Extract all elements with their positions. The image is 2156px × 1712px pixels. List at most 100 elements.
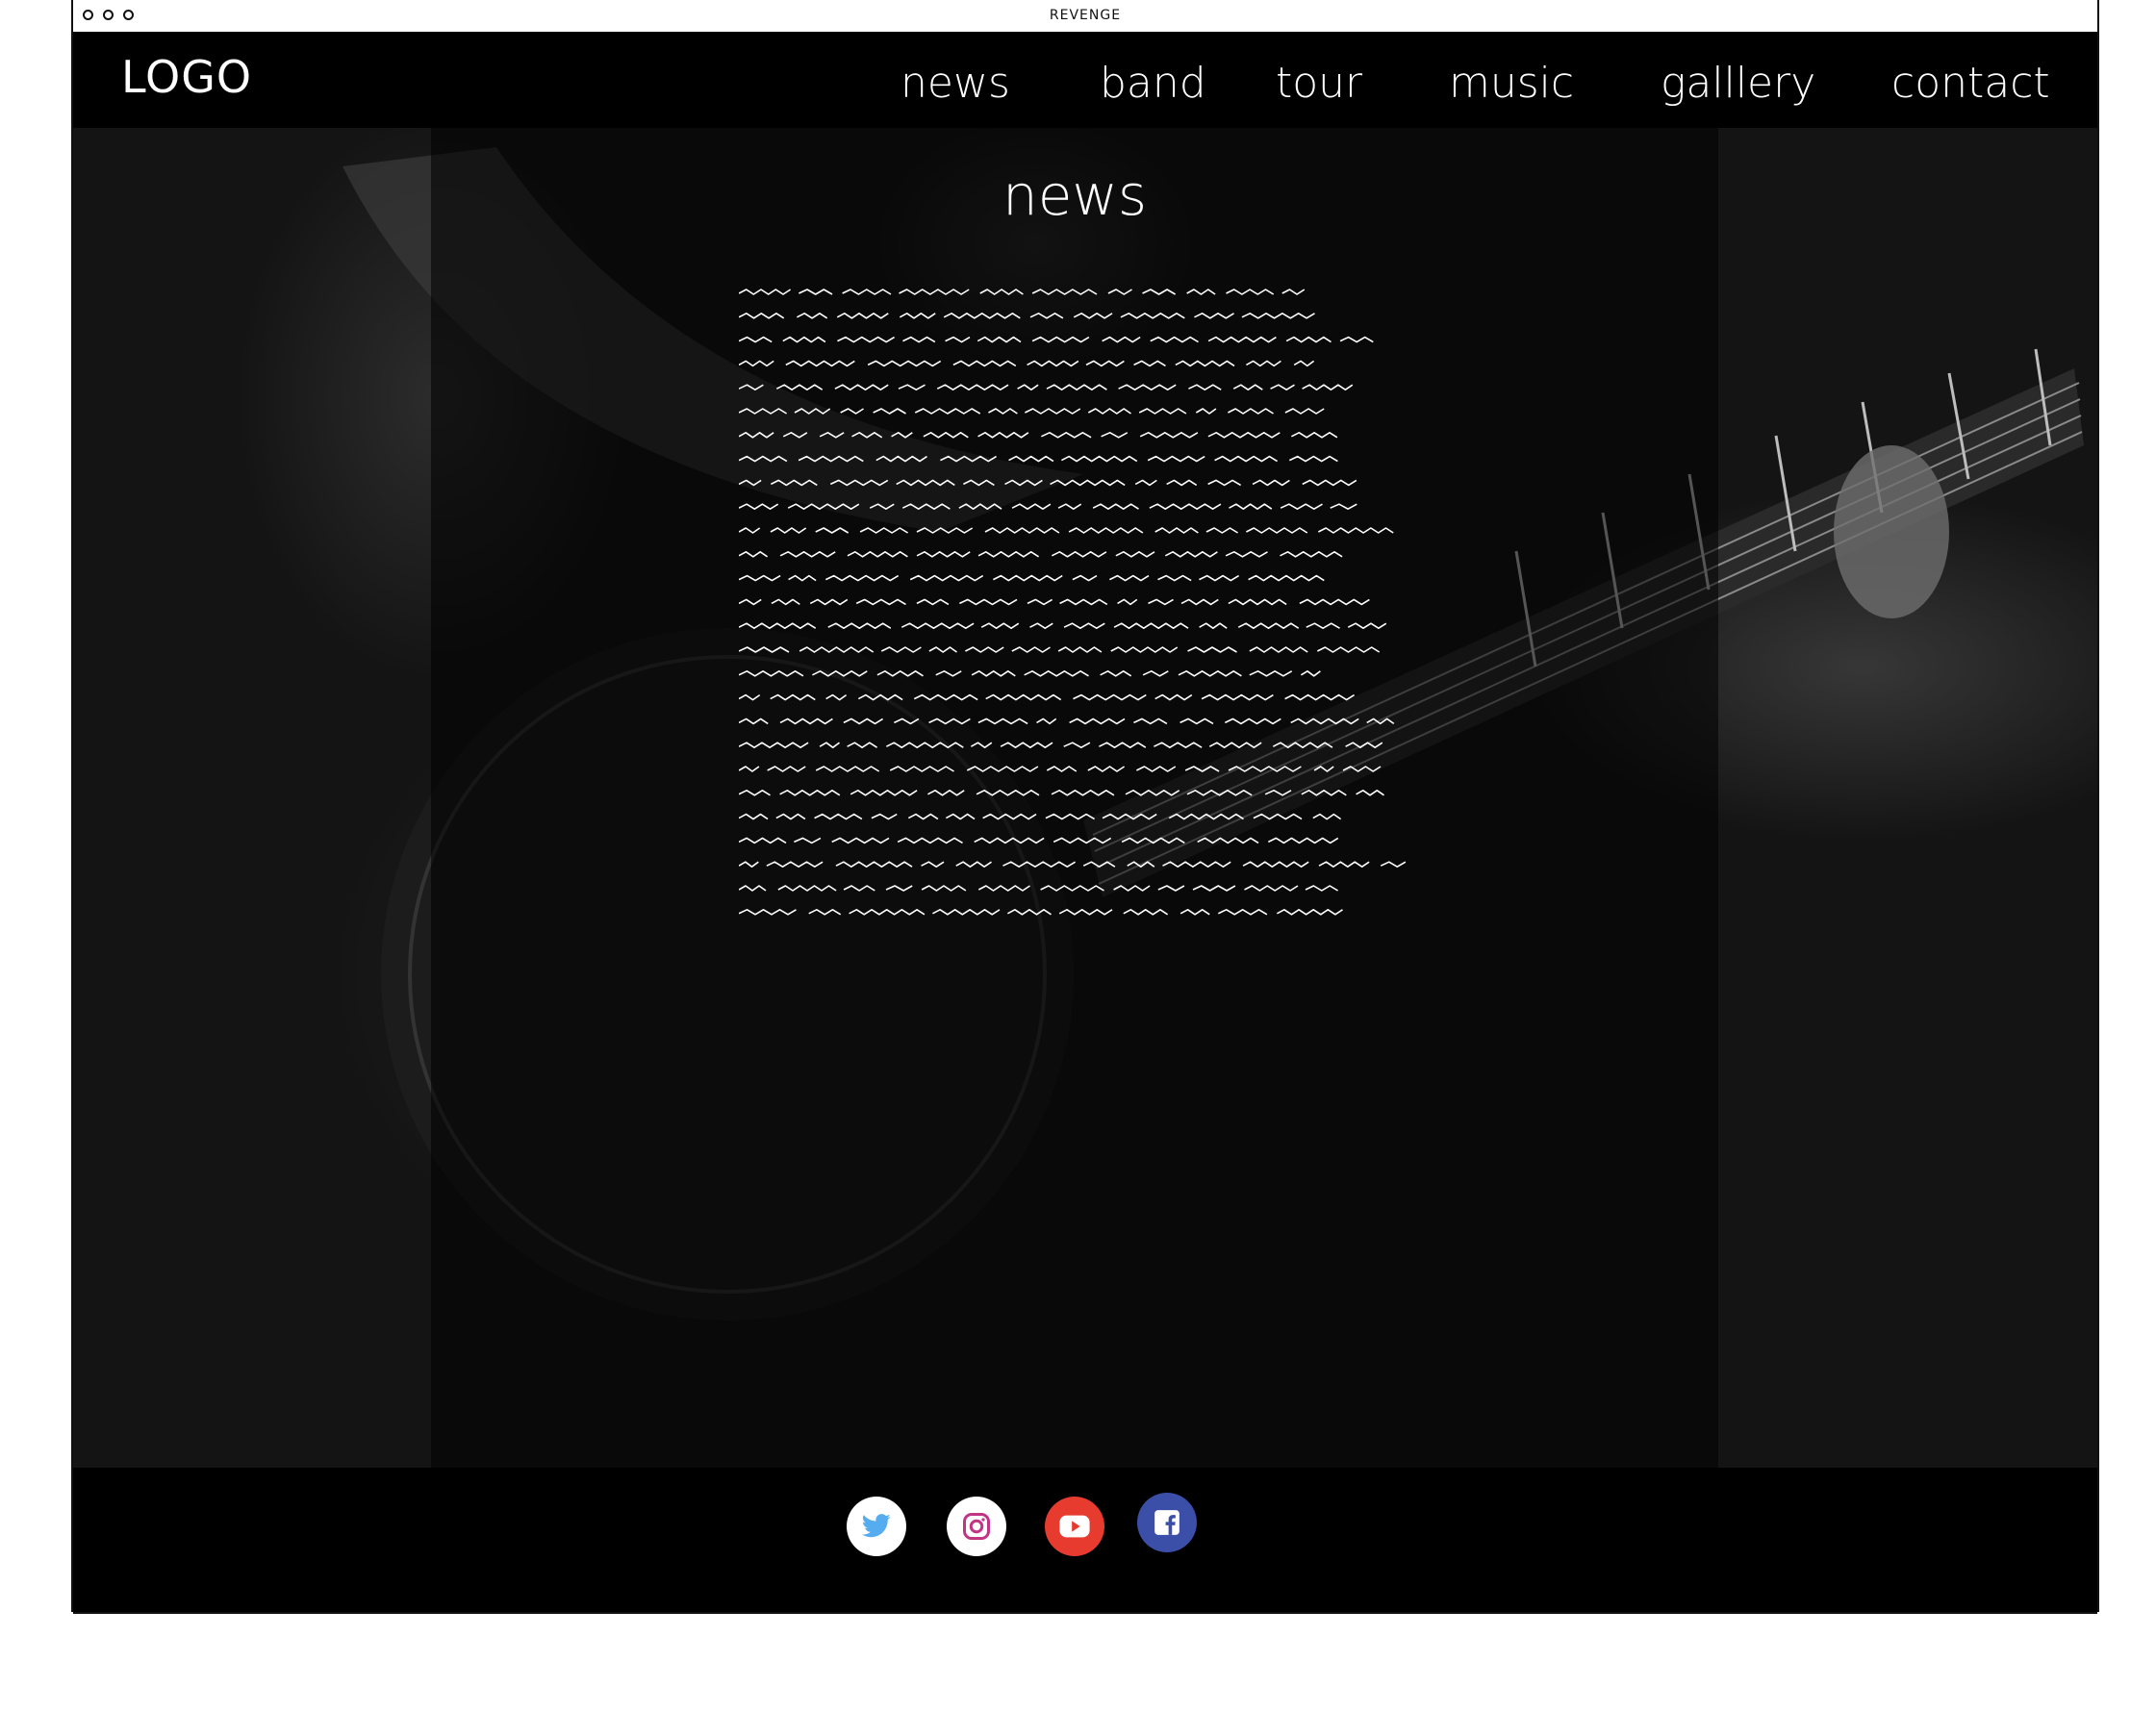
word-squiggle	[1241, 313, 1315, 319]
word-squiggle	[775, 384, 824, 390]
word-squiggle	[739, 813, 769, 820]
text-line-placeholder	[739, 574, 1325, 582]
word-squiggle	[885, 742, 964, 748]
word-squiggle	[1217, 909, 1268, 916]
word-squiggle	[1272, 742, 1333, 748]
word-squiggle	[1276, 909, 1343, 916]
word-squiggle	[1249, 670, 1293, 677]
nav-music[interactable]: music	[1449, 59, 1574, 108]
word-squiggle	[1068, 527, 1144, 534]
word-squiggle	[1027, 360, 1079, 367]
word-squiggle	[1305, 885, 1339, 892]
word-squiggle	[1306, 622, 1340, 629]
word-squiggle	[902, 336, 936, 343]
word-squiggle	[739, 432, 774, 439]
word-squiggle	[1147, 455, 1205, 463]
word-squiggle	[788, 574, 817, 582]
word-squiggle	[1069, 718, 1126, 725]
word-squiggle	[977, 718, 1028, 725]
word-squiggle	[1011, 646, 1051, 653]
word-squiggle	[812, 670, 868, 677]
word-squiggle	[885, 885, 913, 892]
word-squiggle	[1313, 766, 1334, 772]
text-line-placeholder	[739, 289, 1306, 295]
word-squiggle	[739, 598, 762, 606]
word-squiggle	[1201, 693, 1274, 701]
page-title: news	[1002, 163, 1148, 228]
word-squiggle	[819, 742, 840, 748]
nav-contact[interactable]: contact	[1891, 59, 2050, 108]
word-squiggle	[935, 670, 962, 677]
word-squiggle	[1002, 861, 1077, 868]
word-squiggle	[1072, 574, 1098, 582]
word-squiggle	[824, 574, 900, 582]
word-squiggle	[825, 693, 848, 701]
word-squiggle	[1284, 408, 1325, 415]
word-squiggle	[875, 455, 927, 463]
word-squiggle	[1199, 574, 1240, 582]
instagram-link[interactable]	[947, 1497, 1006, 1556]
word-squiggle	[739, 885, 767, 892]
facebook-link[interactable]	[1137, 1493, 1197, 1552]
word-squiggle	[970, 742, 993, 748]
word-squiggle	[945, 813, 976, 820]
word-squiggle	[850, 790, 918, 796]
nav-news[interactable]: news	[900, 59, 1010, 108]
word-squiggle	[974, 837, 1045, 844]
site-logo[interactable]: LOGO	[121, 51, 252, 103]
word-squiggle	[808, 909, 842, 916]
youtube-link[interactable]	[1045, 1497, 1104, 1556]
text-line-placeholder	[739, 718, 1395, 725]
word-squiggle	[1040, 885, 1104, 892]
word-squiggle	[1299, 598, 1370, 606]
word-squiggle	[739, 670, 804, 677]
word-squiggle	[940, 455, 998, 463]
word-squiggle	[739, 790, 771, 796]
word-squiggle	[1214, 455, 1279, 463]
word-squiggle	[1115, 551, 1155, 558]
word-squiggle	[775, 813, 806, 820]
word-squiggle	[798, 455, 864, 463]
word-squiggle	[1285, 336, 1332, 343]
word-squiggle	[1342, 766, 1382, 772]
word-squiggle	[777, 885, 837, 892]
word-squiggle	[1046, 384, 1107, 390]
word-squiggle	[739, 861, 759, 868]
word-squiggle	[958, 503, 1002, 510]
word-squiggle	[1051, 551, 1107, 558]
word-squiggle	[1057, 503, 1082, 510]
word-squiggle	[1199, 622, 1228, 629]
nav-band[interactable]: band	[1100, 59, 1206, 108]
word-squiggle	[1208, 742, 1262, 748]
word-squiggle	[1249, 646, 1308, 653]
twitter-link[interactable]	[847, 1497, 906, 1556]
nav-tour[interactable]: tour	[1276, 59, 1362, 108]
word-squiggle	[827, 622, 892, 629]
word-squiggle	[829, 479, 889, 487]
word-squiggle	[1134, 479, 1157, 487]
word-squiggle	[1284, 693, 1356, 701]
word-squiggle	[779, 551, 836, 558]
word-squiggle	[1339, 336, 1374, 343]
word-squiggle	[1136, 766, 1177, 772]
word-squiggle	[1280, 551, 1343, 558]
word-squiggle	[1302, 479, 1357, 487]
word-squiggle	[766, 861, 824, 868]
word-squiggle	[1228, 766, 1302, 772]
text-line-placeholder	[739, 837, 1339, 844]
text-line-placeholder	[739, 885, 1339, 892]
word-squiggle	[1087, 766, 1126, 772]
nav-gallery[interactable]: galllery	[1661, 59, 1815, 108]
word-squiggle	[966, 766, 1039, 772]
twitter-icon	[861, 1514, 891, 1538]
word-squiggle	[1205, 527, 1239, 534]
word-squiggle	[980, 622, 1020, 629]
word-squiggle	[836, 313, 889, 319]
word-squiggle	[1246, 360, 1281, 367]
word-squiggle	[1291, 432, 1338, 439]
word-squiggle	[1207, 336, 1277, 343]
word-squiggle	[1011, 503, 1052, 510]
word-squiggle	[928, 718, 971, 725]
word-squiggle	[1041, 432, 1092, 439]
word-squiggle	[1267, 837, 1339, 844]
